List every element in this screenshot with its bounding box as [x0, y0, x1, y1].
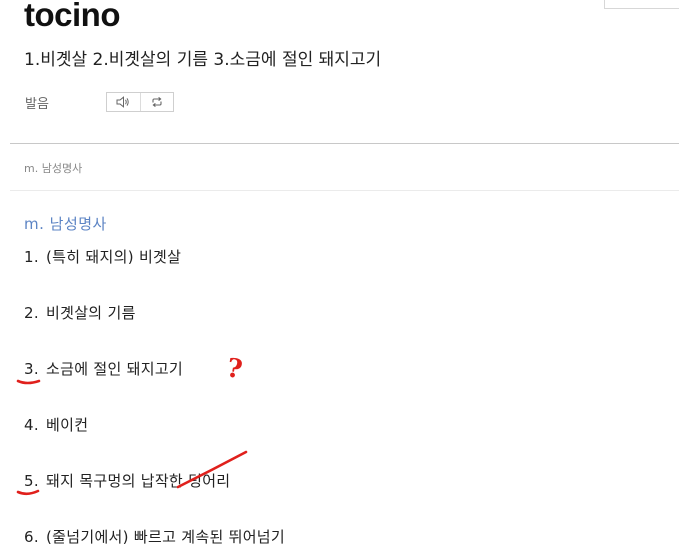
- repeat-pronunciation-button[interactable]: [139, 93, 174, 111]
- sense-item: 4. 베이컨: [24, 414, 88, 435]
- pronunciation-label: 발음: [25, 97, 49, 112]
- question-mark-annotation: ?: [224, 353, 244, 385]
- section-divider: [10, 143, 679, 144]
- sense-item: 5. 돼지 목구멍의 납작한 덩어리: [24, 470, 230, 491]
- headword: tocino: [24, 0, 120, 33]
- underline-mark-sense-3: [16, 379, 41, 385]
- pronunciation-controls: [106, 92, 174, 112]
- top-right-tab[interactable]: [604, 0, 679, 9]
- sense-number: 6.: [24, 528, 39, 546]
- sense-item: 2. 비곗살의 기름: [24, 302, 136, 323]
- sense-number: 1.: [24, 248, 39, 266]
- meaning-summary: 1.비곗살 2.비곗살의 기름 3.소금에 절인 돼지고기: [24, 50, 382, 70]
- sense-text: 비곗살의 기름: [46, 304, 136, 322]
- sense-text: 소금에 절인 돼지고기: [46, 360, 184, 378]
- section-divider-light: [10, 190, 679, 191]
- sense-number: 3.: [24, 360, 39, 378]
- speaker-icon: [116, 96, 129, 108]
- sense-text: 돼지 목구멍의 납작한 덩어리: [46, 472, 231, 490]
- sense-number: 2.: [24, 304, 39, 322]
- part-of-speech-summary: m. 남성명사: [24, 162, 83, 175]
- sense-number: 5.: [24, 472, 39, 490]
- handwritten-annotations: ?: [16, 353, 248, 496]
- sense-item: 3. 소금에 절인 돼지고기: [24, 358, 183, 379]
- repeat-icon: [152, 96, 162, 108]
- sense-number: 4.: [24, 416, 39, 434]
- sense-text: (특히 돼지의) 비곗살: [46, 248, 182, 266]
- underline-mark-sense-5: [16, 489, 40, 496]
- part-of-speech-heading: m. 남성명사: [24, 215, 107, 233]
- sense-text: 베이컨: [46, 416, 89, 434]
- sense-text: (줄넘기에서) 빠르고 계속된 뛰어넘기: [46, 528, 286, 546]
- sense-item: 1. (특히 돼지의) 비곗살: [24, 246, 181, 267]
- play-pronunciation-button[interactable]: [107, 93, 140, 111]
- sense-item: 6. (줄넘기에서) 빠르고 계속된 뛰어넘기: [24, 526, 285, 547]
